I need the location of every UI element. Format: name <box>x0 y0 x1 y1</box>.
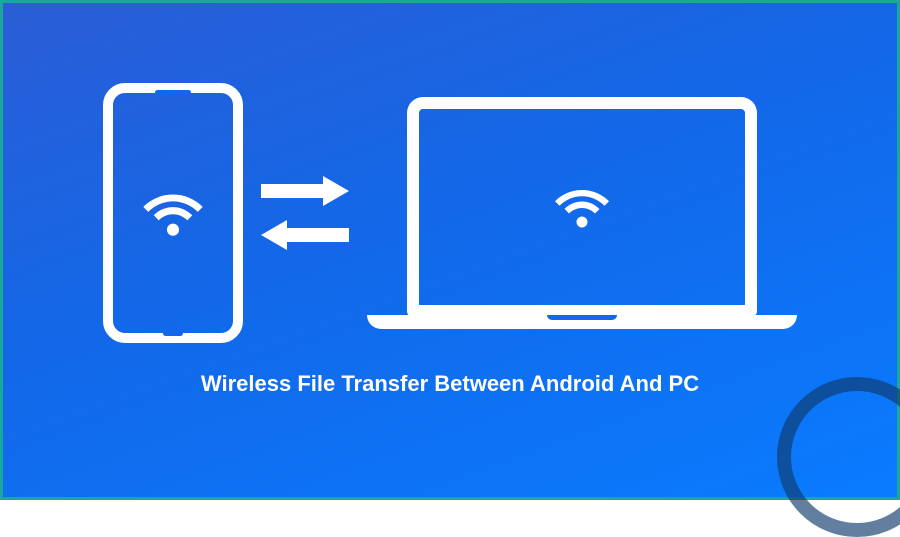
illustration-canvas: Wireless File Transfer Between Android A… <box>0 0 900 500</box>
laptop-pc-icon <box>367 97 797 329</box>
device-scene <box>103 83 797 343</box>
transfer-arrows <box>261 178 349 248</box>
arrow-right-icon <box>261 178 349 204</box>
laptop-base <box>367 315 797 329</box>
arrow-left-icon <box>261 222 349 248</box>
wifi-icon <box>140 186 206 241</box>
caption-text: Wireless File Transfer Between Android A… <box>201 371 699 397</box>
android-phone-icon <box>103 83 243 343</box>
wifi-icon <box>552 182 612 233</box>
watermark-circle <box>777 377 900 537</box>
laptop-screen <box>407 97 757 317</box>
